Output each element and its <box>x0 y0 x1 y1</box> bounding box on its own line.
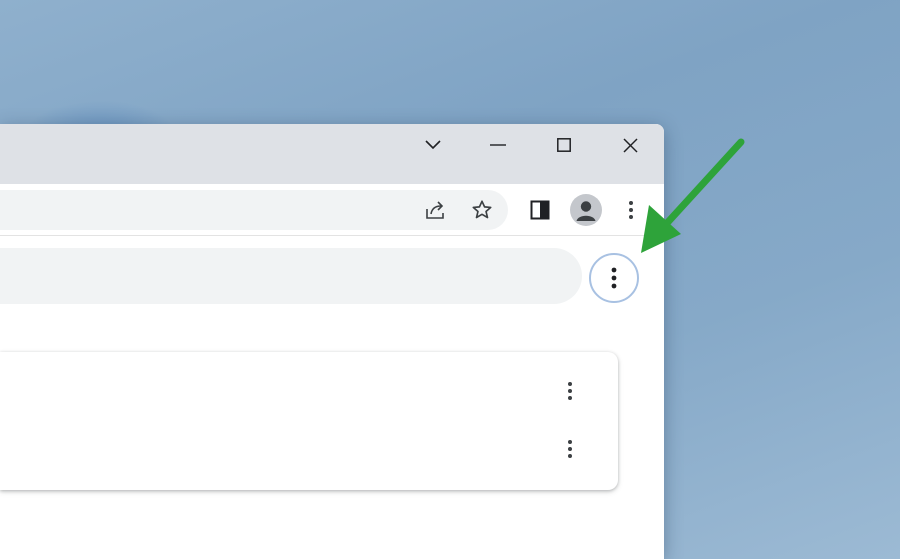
star-icon <box>472 200 492 219</box>
avatar-icon <box>576 201 596 221</box>
share-button[interactable] <box>420 194 452 226</box>
kebab-menu-icon <box>568 440 572 458</box>
chevron-down-icon <box>425 140 441 150</box>
maximize-button[interactable] <box>535 124 593 166</box>
settings-card <box>0 352 618 490</box>
close-icon <box>622 137 638 153</box>
maximize-icon <box>557 138 571 152</box>
title-bar <box>0 124 664 184</box>
minimize-icon <box>490 144 506 146</box>
bookmark-button[interactable] <box>466 194 498 226</box>
browser-toolbar <box>0 184 664 236</box>
page-menu-button[interactable] <box>589 253 639 303</box>
page-search-bar[interactable] <box>0 248 582 304</box>
kebab-menu-icon <box>611 267 617 289</box>
browser-window <box>0 124 664 559</box>
share-icon <box>426 201 444 219</box>
list-item[interactable] <box>0 420 618 478</box>
side-panel-button[interactable] <box>524 194 556 226</box>
address-bar[interactable] <box>0 190 508 230</box>
list-item[interactable] <box>0 362 618 420</box>
row-menu-button[interactable] <box>554 433 586 465</box>
row-menu-button[interactable] <box>554 375 586 407</box>
kebab-menu-icon <box>629 201 633 219</box>
kebab-menu-icon <box>568 382 572 400</box>
minimize-button[interactable] <box>469 124 527 166</box>
profile-button[interactable] <box>570 194 602 226</box>
side-panel-icon <box>530 200 550 220</box>
close-button[interactable] <box>601 124 659 166</box>
browser-menu-button[interactable] <box>615 194 647 226</box>
tab-search-button[interactable] <box>404 124 462 166</box>
